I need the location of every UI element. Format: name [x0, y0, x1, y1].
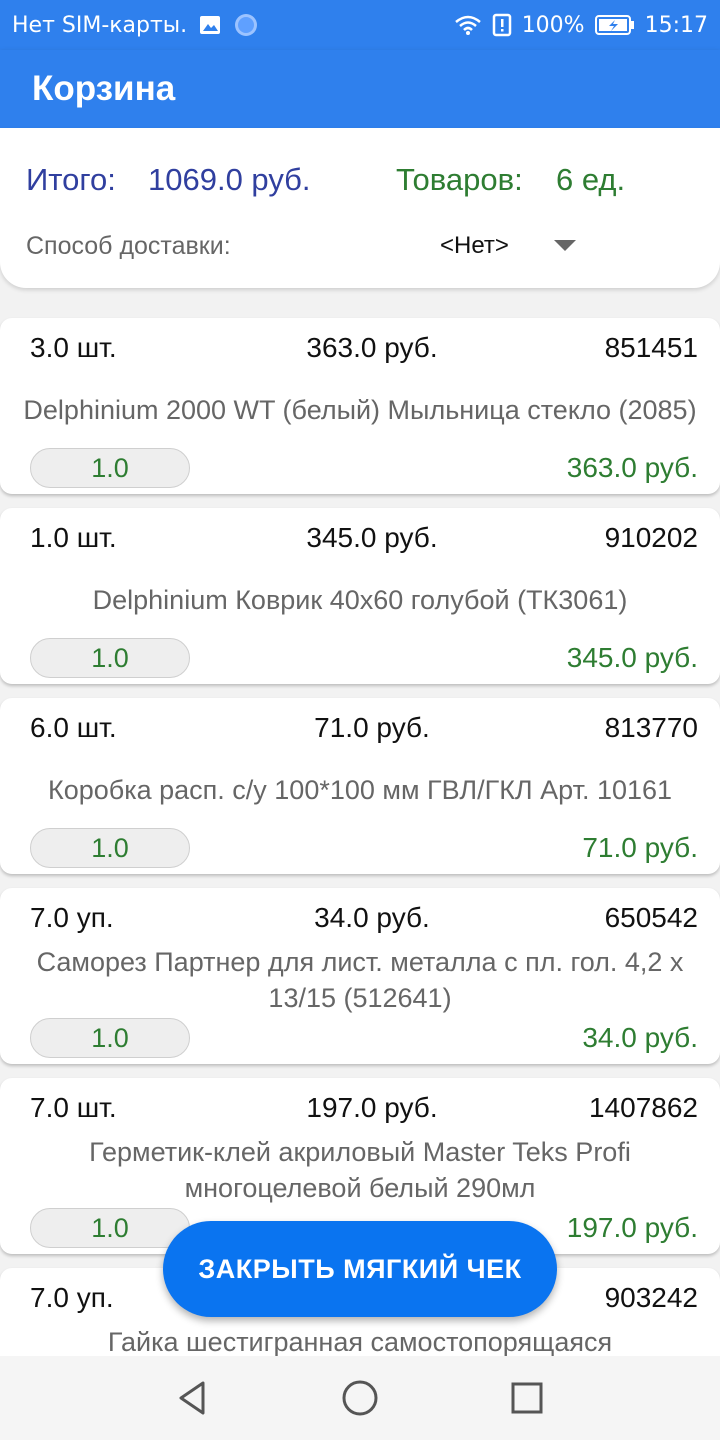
battery-charging-icon	[594, 14, 635, 36]
wifi-icon	[454, 14, 482, 36]
total-label: Итого:	[26, 162, 116, 197]
item-name: Гайка шестигранная самостопорящаяся	[107, 1327, 613, 1357]
cart-item-card[interactable]: 1.0 шт. 345.0 руб. 910202 Delphinium Ков…	[0, 508, 720, 684]
goods-count-value: 6 ед.	[556, 162, 626, 197]
app-bar: Корзина	[0, 50, 720, 128]
item-sum: 71.0 руб.	[582, 832, 698, 863]
sync-circle-icon	[233, 12, 259, 38]
item-counter-field[interactable]: 1.0	[30, 638, 190, 678]
item-code: 903242	[604, 1282, 698, 1313]
item-code: 1407862	[588, 1092, 698, 1123]
goods-count-label: Товаров:	[396, 162, 523, 197]
item-name: Delphinium Коврик 40х60 голубой (ТК3061)	[92, 585, 628, 615]
close-soft-receipt-button[interactable]: ЗАКРЫТЬ МЯГКИЙ ЧЕК	[163, 1221, 557, 1317]
summary-panel: Итого: 1069.0 руб. Товаров: 6 ед.	[0, 128, 720, 288]
item-sum: 363.0 руб.	[566, 452, 698, 483]
system-nav-bar	[0, 1356, 720, 1440]
chevron-down-icon	[554, 240, 576, 251]
total-value: 1069.0 руб.	[148, 162, 311, 197]
delivery-method-label: Способ доставки:	[26, 232, 231, 260]
page-title: Корзина	[32, 69, 176, 108]
delivery-method-select[interactable]: <Нет>	[420, 226, 600, 266]
item-quantity: 7.0 уп.	[30, 1282, 114, 1313]
carrier-text: Нет SIM-карты.	[12, 12, 188, 38]
battery-text: 100%	[521, 12, 585, 38]
delivery-method-value: <Нет>	[440, 232, 509, 259]
home-circle-icon[interactable]	[330, 1368, 390, 1428]
item-name: Коробка расп. с/у 100*100 мм ГВЛ/ГКЛ Арт…	[47, 775, 673, 805]
item-counter-field[interactable]: 1.0	[30, 1208, 190, 1248]
clock-text: 15:17	[644, 12, 708, 38]
cart-item-card[interactable]: 7.0 уп. 34.0 руб. 650542 Саморез Партнер…	[0, 888, 720, 1064]
item-name: Delphinium 2000 WT (белый) Мыльница стек…	[23, 395, 697, 425]
cart-item-card[interactable]: 6.0 шт. 71.0 руб. 813770 Коробка расп. с…	[0, 698, 720, 874]
status-bar: Нет SIM-карты. 100% 15:17	[0, 0, 720, 50]
item-name: Саморез Партнер для лист. металла с пл. …	[36, 947, 684, 1013]
recents-square-icon[interactable]	[497, 1368, 557, 1428]
item-sum: 34.0 руб.	[582, 1022, 698, 1053]
item-sum: 197.0 руб.	[566, 1212, 698, 1243]
image-icon	[199, 15, 221, 35]
back-triangle-icon[interactable]	[163, 1368, 223, 1428]
item-code: 851451	[604, 332, 698, 363]
item-code: 813770	[604, 712, 698, 743]
item-counter-field[interactable]: 1.0	[30, 1018, 190, 1058]
item-sum: 345.0 руб.	[566, 642, 698, 673]
item-code: 650542	[604, 902, 698, 933]
item-name: Герметик-клей акриловый Master Teks Prof…	[89, 1137, 631, 1203]
alert-icon	[492, 13, 512, 37]
item-counter-field[interactable]: 1.0	[30, 828, 190, 868]
cart-item-card[interactable]: 3.0 шт. 363.0 руб. 851451 Delphinium 200…	[0, 318, 720, 494]
item-code: 910202	[604, 522, 698, 553]
item-counter-field[interactable]: 1.0	[30, 448, 190, 488]
